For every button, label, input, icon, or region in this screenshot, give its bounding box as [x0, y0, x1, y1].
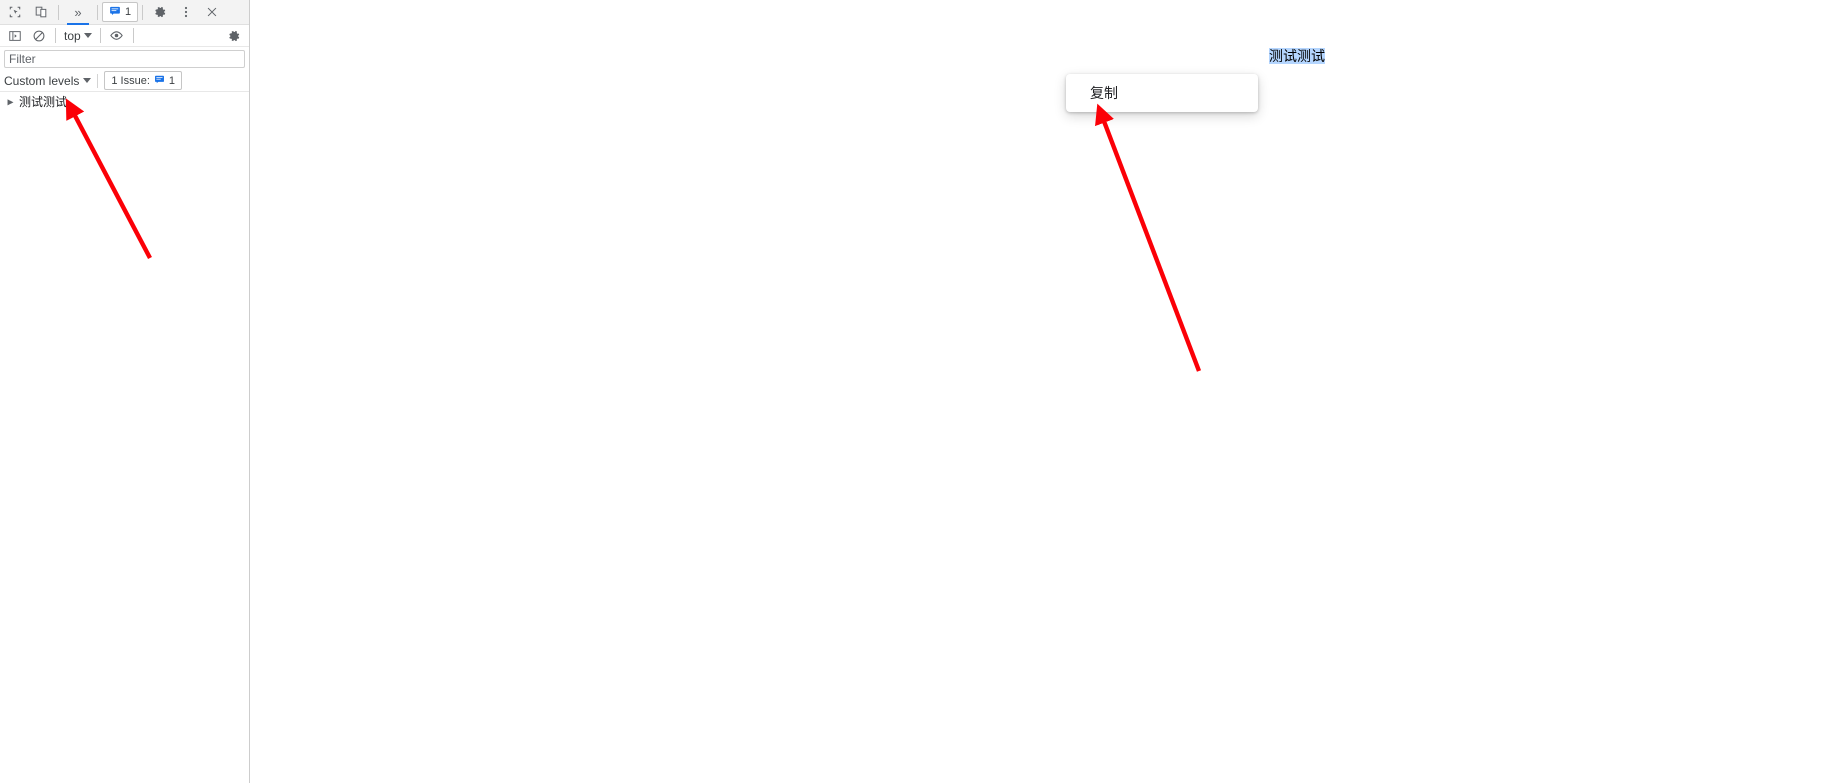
expand-arrow-icon[interactable]: ▶ [6, 95, 15, 110]
issues-summary-label: 1 Issue: [111, 74, 150, 87]
issues-summary-button[interactable]: 1 Issue: 1 [104, 71, 183, 90]
devtools-tabstrip: » 1 [0, 0, 249, 25]
toolbar-divider [142, 4, 144, 20]
more-tabs-label: » [74, 4, 82, 20]
execution-context-label: top [64, 28, 81, 43]
clear-console-icon[interactable] [27, 26, 51, 46]
toolbar-divider [55, 28, 56, 43]
chevron-down-icon [83, 33, 92, 38]
device-toggle-icon[interactable] [28, 0, 54, 24]
issues-counter-button[interactable]: 1 [102, 2, 139, 22]
kebab-menu-icon[interactable] [173, 0, 199, 24]
context-menu-item-label: 复制 [1090, 85, 1118, 101]
filter-input[interactable] [4, 49, 245, 68]
toolbar-divider [97, 4, 98, 20]
context-menu: 复制 [1066, 74, 1258, 112]
close-icon[interactable] [199, 0, 225, 24]
web-page-viewport: 测试测试 [251, 0, 1844, 783]
selection-highlight: 测试测试 [1269, 48, 1325, 64]
console-levels-row: Custom levels 1 Issue: 1 [0, 70, 249, 92]
toolbar-divider [58, 4, 59, 20]
toolbar-divider [132, 28, 134, 43]
console-message-text: 测试测试 [19, 95, 68, 109]
inspect-cursor-icon[interactable] [2, 0, 28, 24]
log-levels-dropdown[interactable]: Custom levels [4, 73, 92, 88]
issue-count-label: 1 [125, 6, 132, 18]
issue-message-icon [109, 5, 121, 20]
more-tabs-button[interactable]: » [63, 0, 93, 25]
gear-icon[interactable] [147, 0, 173, 24]
toolbar-divider [99, 28, 101, 43]
console-sidebar-icon[interactable] [3, 26, 27, 46]
issue-message-icon [154, 74, 165, 88]
devtools-panel: » 1 top Filter Custom levels 1 Issue: 1 … [0, 0, 250, 783]
gear-icon[interactable] [222, 26, 246, 46]
console-toolbar: top [0, 25, 249, 47]
console-filter-row [0, 47, 249, 70]
levels-divider [97, 73, 99, 88]
context-menu-item-copy[interactable]: 复制 [1066, 80, 1258, 106]
log-levels-label: Custom levels [4, 73, 80, 88]
console-message-row[interactable]: ▶ 测试测试 [0, 94, 249, 111]
issues-summary-count: 1 [168, 74, 176, 87]
chevron-down-icon [83, 78, 92, 83]
execution-context-selector[interactable]: top [60, 27, 96, 45]
page-selected-text[interactable]: 测试测试 [1269, 47, 1325, 65]
eye-icon[interactable] [105, 26, 129, 46]
console-message-list: ▶ 测试测试 [0, 92, 249, 111]
